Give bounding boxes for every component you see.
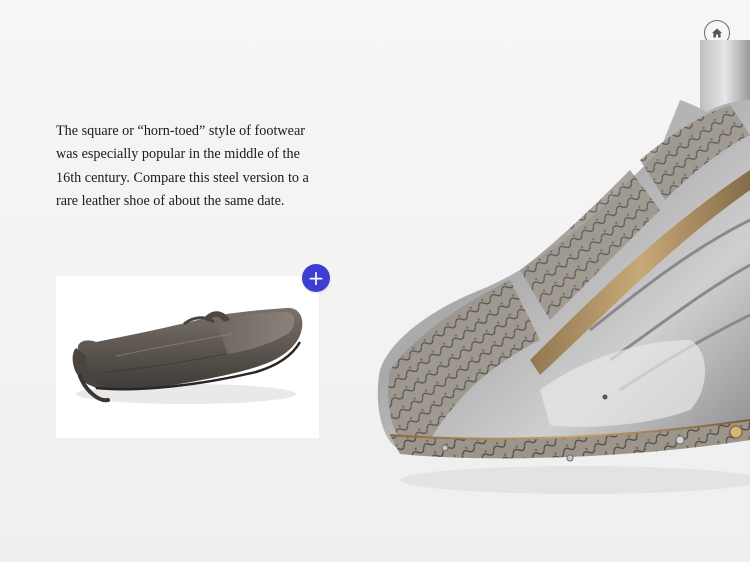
armor-illustration [377,40,750,494]
leather-shoe-illustration [72,307,303,404]
page: The square or “horn-toed” style of footw… [0,0,750,562]
expand-image-button[interactable]: + [302,264,330,292]
caption-text: The square or “horn-toed” style of footw… [56,123,309,210]
plus-icon: + [307,266,325,290]
steel-sabaton-image [360,40,750,500]
home-icon [712,28,722,38]
leather-shoe-image[interactable] [56,276,319,438]
